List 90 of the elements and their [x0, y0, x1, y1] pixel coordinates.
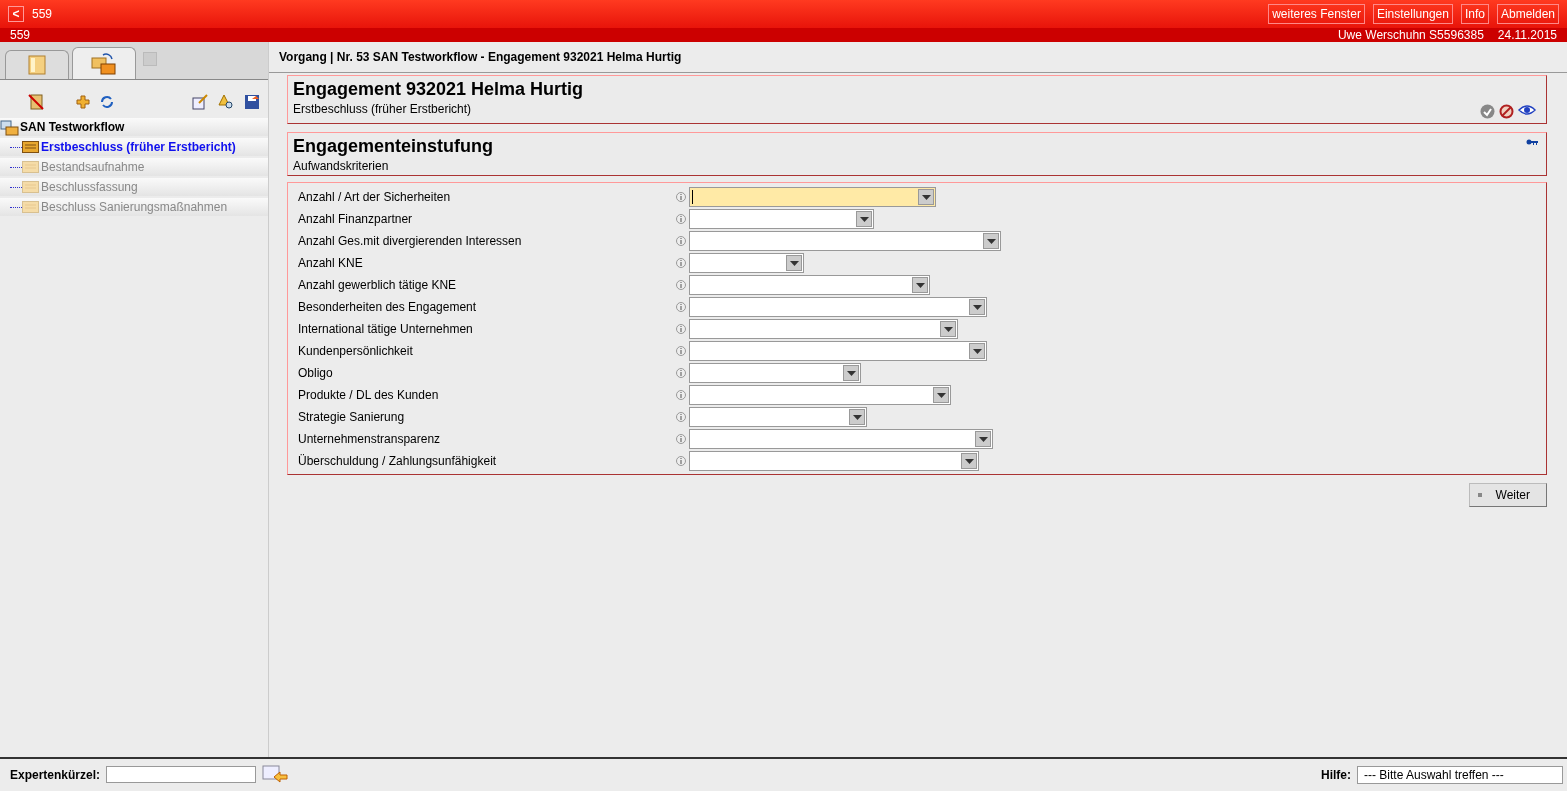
expert-label: Expertenkürzel:: [10, 767, 101, 782]
add-icon[interactable]: [76, 95, 90, 109]
field-label: Besonderheiten des Engagement: [298, 300, 478, 314]
document-icon: [28, 55, 46, 75]
breadcrumb: Vorgang | Nr. 53 SAN Testworkflow - Engagement 932021 Helma Hurtig: [269, 42, 1567, 73]
field-label: Obligo: [298, 366, 334, 380]
cancel-icon[interactable]: [1499, 104, 1514, 119]
info-icon[interactable]: [676, 258, 686, 268]
info-icon[interactable]: [676, 302, 686, 312]
info-icon[interactable]: [676, 390, 686, 400]
workflow-icon: [91, 51, 117, 76]
dropdown-arrow-icon[interactable]: [921, 194, 931, 200]
section-subtitle: Aufwandskriterien: [293, 159, 389, 173]
field-label: Anzahl Finanzpartner: [298, 212, 414, 226]
dropdown-arrow-icon[interactable]: [859, 216, 869, 222]
edit-document-icon[interactable]: [192, 94, 208, 110]
dropdown-arrow-icon[interactable]: [915, 282, 925, 288]
info-icon[interactable]: [676, 434, 686, 444]
dropdown-arrow-icon[interactable]: [986, 238, 996, 244]
dropdown-field[interactable]: [689, 231, 1001, 251]
info-icon[interactable]: [676, 456, 686, 466]
dropdown-arrow-icon[interactable]: [789, 260, 799, 266]
refresh-icon[interactable]: [100, 95, 114, 109]
dropdown-field[interactable]: [689, 275, 930, 295]
document-cross-icon[interactable]: [28, 94, 44, 110]
help-label: Hilfe:: [1321, 767, 1351, 782]
field-label: Strategie Sanierung: [298, 410, 406, 424]
field-label: Anzahl / Art der Sicherheiten: [298, 190, 452, 204]
date: 24.11.2015: [1497, 28, 1557, 42]
dropdown-field[interactable]: [689, 209, 874, 229]
dropdown-arrow-icon[interactable]: [936, 392, 946, 398]
dropdown-field[interactable]: [689, 429, 993, 449]
header-button[interactable]: Abmelden: [1496, 4, 1559, 24]
dropdown-field[interactable]: [689, 187, 936, 207]
field-label: Anzahl gewerblich tätige KNE: [298, 278, 458, 292]
dropdown-field[interactable]: [689, 297, 987, 317]
folder-icon: [22, 141, 39, 153]
sidebar-tab[interactable]: [5, 50, 69, 79]
workflow-icon: [0, 118, 20, 136]
info-icon[interactable]: [676, 214, 686, 224]
header-button[interactable]: Info: [1460, 4, 1489, 24]
dropdown-field[interactable]: [689, 407, 867, 427]
next-button[interactable]: Weiter: [1468, 483, 1547, 507]
user-name: Uwe Werschuhn S5596385: [1337, 28, 1484, 42]
help-select[interactable]: --- Bitte Auswahl treffen ---: [1357, 765, 1563, 784]
info-icon[interactable]: [676, 324, 686, 334]
field-label: Überschuldung / Zahlungsunfähigkeit: [298, 454, 498, 468]
info-icon[interactable]: [676, 368, 686, 378]
eye-icon[interactable]: [1518, 104, 1536, 116]
header-button[interactable]: weiteres Fenster: [1268, 4, 1365, 24]
field-label: Anzahl KNE: [298, 256, 364, 270]
card-title: Engagement 932021 Helma Hurtig: [293, 79, 584, 100]
key-icon[interactable]: [1526, 139, 1538, 145]
save-icon[interactable]: [244, 94, 260, 110]
header-button[interactable]: Einstellungen: [1372, 4, 1453, 24]
folder-icon: [22, 161, 39, 173]
dropdown-field[interactable]: [689, 363, 861, 383]
dropdown-arrow-icon[interactable]: [978, 436, 988, 442]
dropdown-arrow-icon[interactable]: [852, 414, 862, 420]
folder-icon: [22, 181, 39, 193]
field-label: Unternehmenstransparenz: [298, 432, 442, 446]
dropdown-arrow-icon[interactable]: [972, 348, 982, 354]
dropdown-arrow-icon[interactable]: [846, 370, 856, 376]
field-label: International tätige Unternehmen: [298, 322, 474, 336]
field-label: Produkte / DL des Kunden: [298, 388, 440, 402]
session-id: 559: [10, 28, 31, 42]
dropdown-arrow-icon[interactable]: [943, 326, 953, 332]
dropdown-field[interactable]: [689, 451, 979, 471]
warning-search-icon[interactable]: [218, 94, 234, 110]
check-icon[interactable]: [1480, 104, 1495, 119]
expert-input[interactable]: [106, 766, 257, 783]
field-label: Kundenpersönlichkeit: [298, 344, 414, 358]
info-icon[interactable]: [676, 346, 686, 356]
dropdown-field[interactable]: [689, 319, 958, 339]
info-icon[interactable]: [676, 412, 686, 422]
info-icon[interactable]: [676, 280, 686, 290]
back-button[interactable]: <: [8, 6, 24, 22]
dropdown-arrow-icon[interactable]: [972, 304, 982, 310]
field-label: Anzahl Ges.mit divergierenden Interessen: [298, 234, 523, 248]
dropdown-field[interactable]: [689, 385, 951, 405]
section-title: Engagementeinstufung: [293, 136, 493, 157]
dropdown-arrow-icon[interactable]: [964, 458, 974, 464]
dropdown-field[interactable]: [689, 253, 804, 273]
info-icon[interactable]: [676, 192, 686, 202]
folder-icon: [22, 201, 39, 213]
dropdown-field[interactable]: [689, 341, 987, 361]
window-title: 559: [32, 7, 54, 21]
card-subtitle: Erstbeschluss (früher Erstbericht): [293, 102, 472, 116]
info-icon[interactable]: [676, 236, 686, 246]
window-arrow-icon[interactable]: [262, 764, 289, 785]
